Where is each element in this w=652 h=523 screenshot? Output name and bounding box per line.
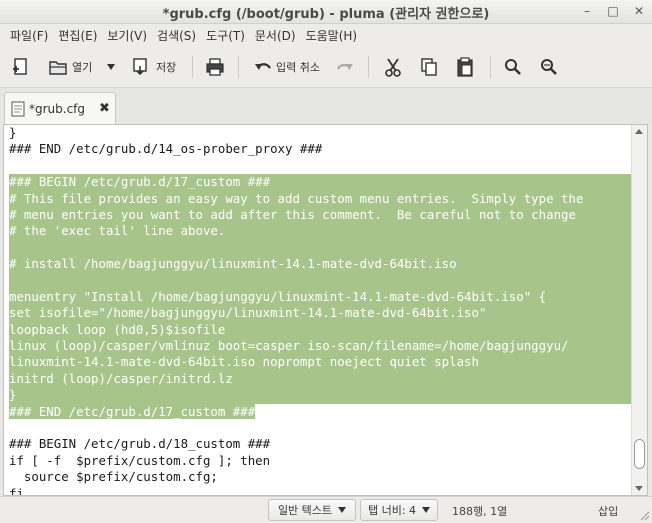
- code-line-selected: ### BEGIN /etc/grub.d/17_custom ###: [9, 174, 632, 191]
- code-line-selected: set isofile="/home/bagjunggyu/linuxmint-…: [9, 305, 632, 322]
- find-replace-button[interactable]: [540, 54, 560, 80]
- chevron-down-icon: [338, 507, 347, 513]
- menu-file[interactable]: 파일(F): [6, 24, 54, 46]
- paste-icon: [457, 57, 473, 77]
- code-line-selected: linuxmint-14.1-mate-dvd-64bit.iso noprom…: [9, 354, 632, 371]
- scroll-up-icon[interactable]: [635, 129, 643, 134]
- copy-icon: [421, 58, 437, 76]
- cursor-position: 188행, 1열: [452, 505, 508, 518]
- save-icon: [133, 58, 147, 76]
- status-bar: 일반 텍스트 탭 너비: 4 188행, 1열 삽입: [0, 496, 652, 523]
- code-line-partial-selected: ### END /etc/grub.d/17_custom ###: [9, 403, 632, 420]
- close-window-button[interactable]: ✕: [632, 4, 646, 18]
- code-line-selected: # the 'exec tail' line above.: [9, 223, 632, 240]
- search-icon: [505, 59, 521, 75]
- minimize-button[interactable]: –: [580, 4, 594, 18]
- toolbar-separator: [490, 56, 491, 78]
- title-bar: *grub.cfg (/boot/grub) - pluma (관리자 권한으로…: [0, 0, 652, 24]
- open-button[interactable]: 열기: [48, 54, 92, 80]
- chevron-down-icon: [422, 507, 431, 513]
- toolbar-separator: [192, 56, 193, 78]
- scroll-thumb[interactable]: [634, 439, 645, 469]
- text-editor[interactable]: } ### END /etc/grub.d/14_os-prober_proxy…: [3, 124, 648, 496]
- open-folder-icon: [49, 61, 67, 75]
- maximize-button[interactable]: □: [606, 4, 620, 18]
- menu-tools[interactable]: 도구(T): [202, 24, 251, 46]
- scissors-icon: [385, 58, 401, 77]
- search-replace-icon: [541, 59, 557, 75]
- code-line: if [ -f $prefix/custom.cfg ]; then: [9, 452, 271, 468]
- selected-text: ### END /etc/grub.d/17_custom ###: [9, 403, 256, 419]
- code-line-selected: # This file provides an easy way to add …: [9, 190, 632, 207]
- code-area[interactable]: } ### END /etc/grub.d/14_os-prober_proxy…: [9, 125, 632, 496]
- vertical-scrollbar[interactable]: [631, 125, 647, 495]
- toolbar-separator: [368, 56, 369, 78]
- menu-view[interactable]: 보기(V): [103, 24, 153, 46]
- menu-bar: 파일(F) 편집(E) 보기(V) 검색(S) 도구(T) 문서(D) 도움말(…: [0, 24, 652, 46]
- menu-help[interactable]: 도움말(H): [302, 24, 364, 46]
- code-line: ### END /etc/grub.d/14_os-prober_proxy #…: [9, 141, 323, 157]
- code-line: }: [9, 125, 17, 140]
- window-title: *grub.cfg (/boot/grub) - pluma (관리자 권한으로…: [162, 7, 490, 22]
- find-button[interactable]: [504, 54, 522, 80]
- redo-icon: [336, 64, 353, 70]
- undo-icon: [255, 63, 271, 70]
- code-line-selected: }: [9, 387, 632, 404]
- tab-width-label: 탭 너비: 4: [367, 504, 417, 517]
- scroll-down-icon[interactable]: [635, 486, 643, 491]
- code-line-selected: # install /home/bagjunggyu/linuxmint-14.…: [9, 256, 632, 273]
- insert-mode: 삽입: [598, 505, 619, 518]
- undo-button[interactable]: 입력 취소: [254, 54, 320, 80]
- save-button[interactable]: 저장: [132, 54, 176, 80]
- text-file-icon: [11, 101, 25, 116]
- recent-files-dropdown[interactable]: [106, 54, 116, 80]
- print-button[interactable]: [205, 54, 225, 80]
- printer-icon: [206, 58, 224, 76]
- copy-button[interactable]: [420, 54, 438, 80]
- menu-search[interactable]: 검색(S): [153, 24, 202, 46]
- code-line-selected: loopback loop (hd0,5)$isofile: [9, 321, 632, 339]
- open-label: 열기: [72, 61, 93, 74]
- code-line: ### BEGIN /etc/grub.d/18_custom ###: [9, 436, 271, 452]
- code-line-selected: linux (loop)/casper/vmlinuz boot=casper …: [9, 338, 632, 355]
- code-line-selected: menuentry "Install /home/bagjunggyu/linu…: [9, 288, 632, 306]
- new-document-button[interactable]: [12, 54, 30, 80]
- tab-close-icon[interactable]: ✖: [99, 101, 110, 116]
- toolbar-separator: [238, 56, 239, 78]
- menu-edit[interactable]: 편집(E): [54, 24, 103, 46]
- redo-button[interactable]: [336, 54, 354, 80]
- tab-grub-cfg[interactable]: *grub.cfg ✖: [4, 92, 116, 124]
- code-line-selected: [9, 239, 632, 257]
- toolbar: 열기 저장 입력 취소: [0, 46, 652, 88]
- cut-button[interactable]: [384, 54, 402, 80]
- tab-width-selector[interactable]: 탭 너비: 4: [360, 499, 438, 521]
- tab-label: *grub.cfg: [29, 101, 86, 116]
- resize-grip-icon[interactable]: [638, 509, 650, 521]
- menu-documents[interactable]: 문서(D): [251, 24, 302, 46]
- save-label: 저장: [156, 61, 177, 74]
- code-line-selected: # menu entries you want to add after thi…: [9, 206, 632, 224]
- language-label: 일반 텍스트: [277, 504, 333, 517]
- code-line: fi: [9, 485, 24, 496]
- language-selector[interactable]: 일반 텍스트: [268, 499, 356, 521]
- new-document-icon: [13, 58, 27, 75]
- paste-button[interactable]: [456, 54, 474, 80]
- undo-label: 입력 취소: [276, 61, 320, 74]
- code-line: source $prefix/custom.cfg;: [9, 469, 218, 485]
- code-line-selected: initrd (loop)/casper/initrd.lz: [9, 370, 632, 388]
- document-tab-bar: *grub.cfg ✖: [0, 88, 652, 124]
- code-line-selected: [9, 272, 632, 289]
- chevron-down-icon: [107, 64, 115, 70]
